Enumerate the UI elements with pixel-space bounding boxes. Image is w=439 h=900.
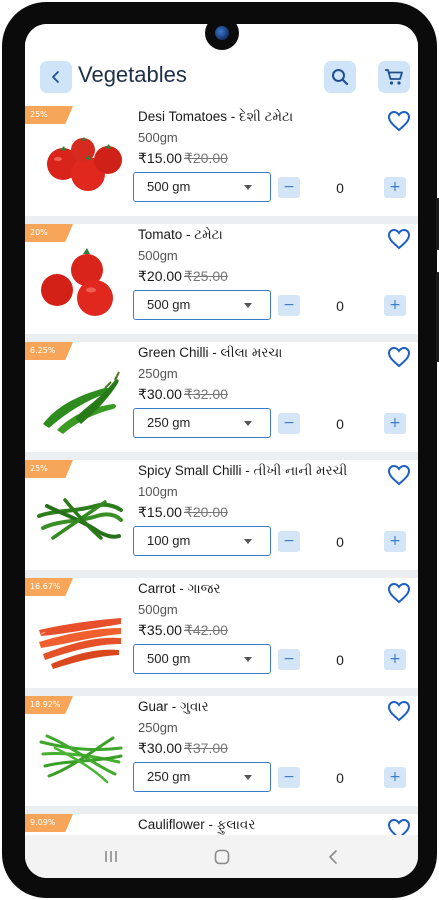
tomato-image — [41, 248, 113, 316]
decrease-button[interactable]: − — [278, 177, 300, 198]
cart-button[interactable] — [378, 61, 410, 93]
increase-button[interactable]: + — [384, 531, 406, 552]
caret-down-icon — [244, 421, 252, 426]
sale-price: ₹15.00 — [138, 150, 182, 166]
unit-select-value: 100 gm — [147, 533, 191, 548]
increase-button[interactable]: + — [384, 413, 406, 434]
unit-select[interactable]: 500 gm — [133, 644, 271, 674]
product-price: ₹15.00 ₹20.00 — [138, 504, 228, 521]
caret-down-icon — [244, 185, 252, 190]
product-card[interactable]: 20% Tomato - ટમેટા 500gm ₹20.00 ₹25.00 50… — [25, 224, 418, 334]
unit-select[interactable]: 100 gm — [133, 526, 271, 556]
green-chilli-image — [43, 371, 120, 434]
heart-icon[interactable] — [387, 464, 411, 486]
product-card[interactable]: 16.67% Carrot - ગાજર 500gm ₹35.00 ₹42.00 … — [25, 578, 418, 688]
back-button[interactable] — [40, 61, 72, 93]
cart-icon — [385, 69, 403, 85]
unit-select[interactable]: 500 gm — [133, 172, 271, 202]
mrp-price: ₹25.00 — [183, 268, 228, 284]
caret-down-icon — [244, 303, 252, 308]
decrease-button[interactable]: − — [278, 531, 300, 552]
increase-button[interactable]: + — [384, 177, 406, 198]
decrease-button[interactable]: − — [278, 413, 300, 434]
unit-select[interactable]: 250 gm — [133, 408, 271, 438]
product-price: ₹15.00 ₹20.00 — [138, 150, 228, 167]
increase-button[interactable]: + — [384, 767, 406, 788]
chevron-left-icon — [52, 71, 59, 83]
product-price: ₹30.00 ₹37.00 — [138, 740, 228, 757]
search-icon — [332, 69, 349, 86]
quantity-value: 0 — [336, 770, 344, 786]
mrp-price: ₹20.00 — [183, 150, 228, 166]
quantity-value: 0 — [336, 534, 344, 550]
quantity-value: 0 — [336, 298, 344, 314]
search-button[interactable] — [324, 61, 356, 93]
product-name: Carrot - ગાજર — [138, 581, 221, 596]
sale-price: ₹30.00 — [138, 740, 182, 756]
phone-frame: Vegetables 25% Desi Tomatoes - દેશી ટમેટ… — [2, 2, 439, 898]
mrp-price: ₹20.00 — [183, 504, 228, 520]
increase-button[interactable]: + — [384, 295, 406, 316]
unit-select-value: 250 gm — [147, 415, 191, 430]
product-name: Desi Tomatoes - દેશી ટમેટા — [138, 109, 294, 124]
product-name: Tomato - ટમેટા — [138, 227, 223, 242]
heart-icon[interactable] — [387, 110, 411, 132]
unit-select-value: 500 gm — [147, 297, 191, 312]
product-price: ₹20.00 ₹25.00 — [138, 268, 228, 285]
screen: Vegetables 25% Desi Tomatoes - દેશી ટમેટ… — [25, 24, 418, 878]
decrease-button[interactable]: − — [278, 649, 300, 670]
product-card[interactable]: 25% Spicy Small Chilli - તીખી નાની મરચી … — [25, 460, 418, 570]
small-chilli-image — [37, 498, 123, 540]
front-camera — [205, 16, 239, 50]
guar-image — [39, 734, 123, 784]
decrease-button[interactable]: − — [278, 767, 300, 788]
product-weight: 250gm — [138, 720, 178, 735]
product-name: Guar - ગુવાર — [138, 699, 209, 714]
unit-select[interactable]: 500 gm — [133, 290, 271, 320]
product-weight: 100gm — [138, 484, 178, 499]
unit-select-value: 250 gm — [147, 769, 191, 784]
heart-icon[interactable] — [387, 700, 411, 722]
system-nav-bar — [25, 835, 418, 878]
product-card[interactable]: 18.92% Guar - ગુવાર 250gm ₹30.00 ₹37.00 2… — [25, 696, 418, 806]
sale-price: ₹15.00 — [138, 504, 182, 520]
page-title: Vegetables — [78, 62, 187, 87]
caret-down-icon — [244, 539, 252, 544]
product-weight: 250gm — [138, 366, 178, 381]
unit-select-value: 500 gm — [147, 179, 191, 194]
product-name: Green Chilli - લીલા મરચા — [138, 345, 283, 360]
home-icon[interactable] — [214, 849, 230, 865]
heart-icon[interactable] — [387, 346, 411, 368]
caret-down-icon — [244, 775, 252, 780]
unit-select[interactable]: 250 gm — [133, 762, 271, 792]
unit-select-value: 500 gm — [147, 651, 191, 666]
product-name: Spicy Small Chilli - તીખી નાની મરચી — [138, 463, 348, 478]
product-name: Cauliflower - ફુલાવર — [138, 817, 256, 832]
product-weight: 500gm — [138, 130, 178, 145]
caret-down-icon — [244, 657, 252, 662]
decrease-button[interactable]: − — [278, 295, 300, 316]
heart-icon[interactable] — [387, 582, 411, 604]
carrot-image — [39, 618, 121, 669]
product-weight: 500gm — [138, 602, 178, 617]
mrp-price: ₹37.00 — [183, 740, 228, 756]
sale-price: ₹35.00 — [138, 622, 182, 638]
sale-price: ₹20.00 — [138, 268, 182, 284]
quantity-value: 0 — [336, 416, 344, 432]
heart-icon[interactable] — [387, 228, 411, 250]
sale-price: ₹30.00 — [138, 386, 182, 402]
quantity-value: 0 — [336, 180, 344, 196]
product-card[interactable]: 25% Desi Tomatoes - દેશી ટમેટા 500gm ₹15… — [25, 106, 418, 216]
recents-icon[interactable] — [104, 850, 118, 863]
product-weight: 500gm — [138, 248, 178, 263]
back-nav-icon[interactable] — [328, 849, 338, 865]
increase-button[interactable]: + — [384, 649, 406, 670]
desi-tomatoes-image — [47, 137, 122, 191]
mrp-price: ₹32.00 — [183, 386, 228, 402]
product-price: ₹30.00 ₹32.00 — [138, 386, 228, 403]
quantity-value: 0 — [336, 652, 344, 668]
mrp-price: ₹42.00 — [183, 622, 228, 638]
product-card[interactable]: 6.25% Green Chilli - લીલા મરચા 250gm ₹30… — [25, 342, 418, 452]
product-price: ₹35.00 ₹42.00 — [138, 622, 228, 639]
